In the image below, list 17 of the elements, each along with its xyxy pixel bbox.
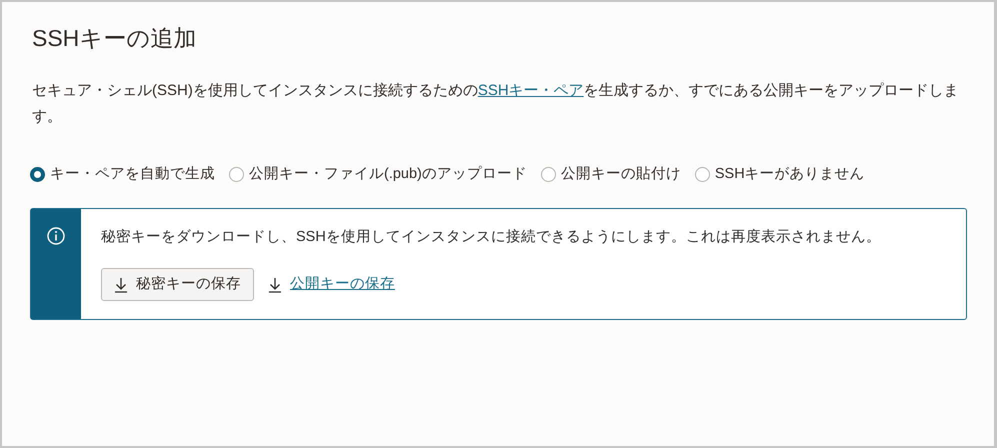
radio-label[interactable]: 公開キー・ファイル(.pub)のアップロード	[249, 164, 527, 186]
description-text: セキュア・シェル(SSH)を使用してインスタンスに接続するためのSSHキー・ペアを生成するか、すでにある公開キーをアップロードします。	[32, 80, 960, 127]
download-icon	[114, 276, 128, 293]
info-icon	[47, 226, 65, 245]
radio-button[interactable]	[30, 167, 45, 182]
dialog-title: SSHキーの追加	[32, 24, 198, 53]
info-message: 秘密キーをダウンロードし、SSHを使用してインスタンスに接続できるようにします。これは再度表示されません。	[101, 228, 882, 247]
radio-label[interactable]: 公開キーの貼付け	[560, 164, 681, 186]
radio-label[interactable]: キー・ペアを自動で生成	[50, 164, 215, 186]
save-private-key-button[interactable]: 秘密キーの保存	[101, 268, 254, 302]
radio-label[interactable]: SSHキーがありません	[714, 164, 865, 186]
save-public-key-link[interactable]: 公開キーの保存	[290, 274, 395, 296]
radio-button[interactable]	[540, 167, 556, 182]
ssh-key-pair-link[interactable]: SSHキー・ペア	[478, 82, 584, 99]
download-icon	[268, 276, 282, 293]
radio-button[interactable]	[229, 167, 244, 182]
radio-button[interactable]	[694, 167, 710, 182]
